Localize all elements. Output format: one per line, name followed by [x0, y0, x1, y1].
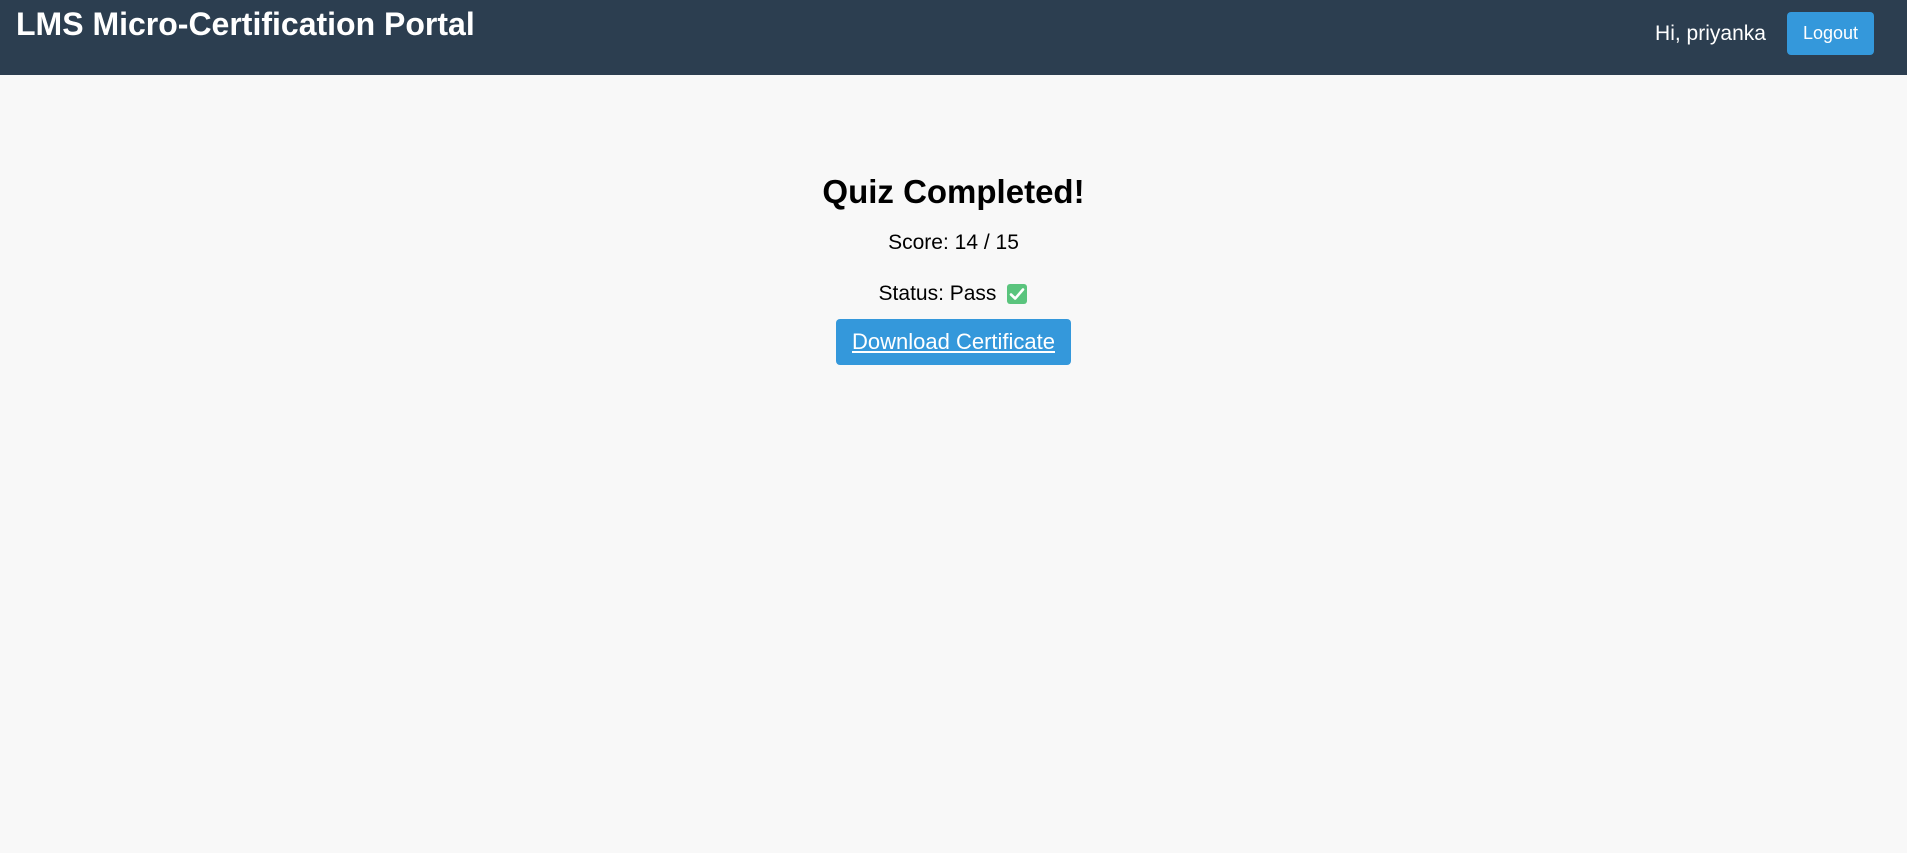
score-text: Score: 14 / 15 [888, 231, 1019, 254]
status-line: Status: Pass [0, 281, 1907, 307]
quiz-result-panel: Quiz Completed! Score: 14 / 15 Status: P… [0, 75, 1907, 365]
user-greeting: Hi, priyanka [1655, 21, 1766, 45]
logout-button[interactable]: Logout [1786, 12, 1874, 55]
check-mark-icon [1006, 283, 1028, 305]
result-heading: Quiz Completed! [822, 173, 1085, 210]
download-certificate-button[interactable]: Download Certificate [836, 319, 1071, 365]
app-title: LMS Micro-Certification Portal [16, 6, 475, 42]
status-text: Status: Pass [878, 282, 997, 305]
user-area: Hi, priyanka Logout [1655, 12, 1874, 55]
app-header: LMS Micro-Certification Portal Hi, priya… [0, 0, 1907, 75]
